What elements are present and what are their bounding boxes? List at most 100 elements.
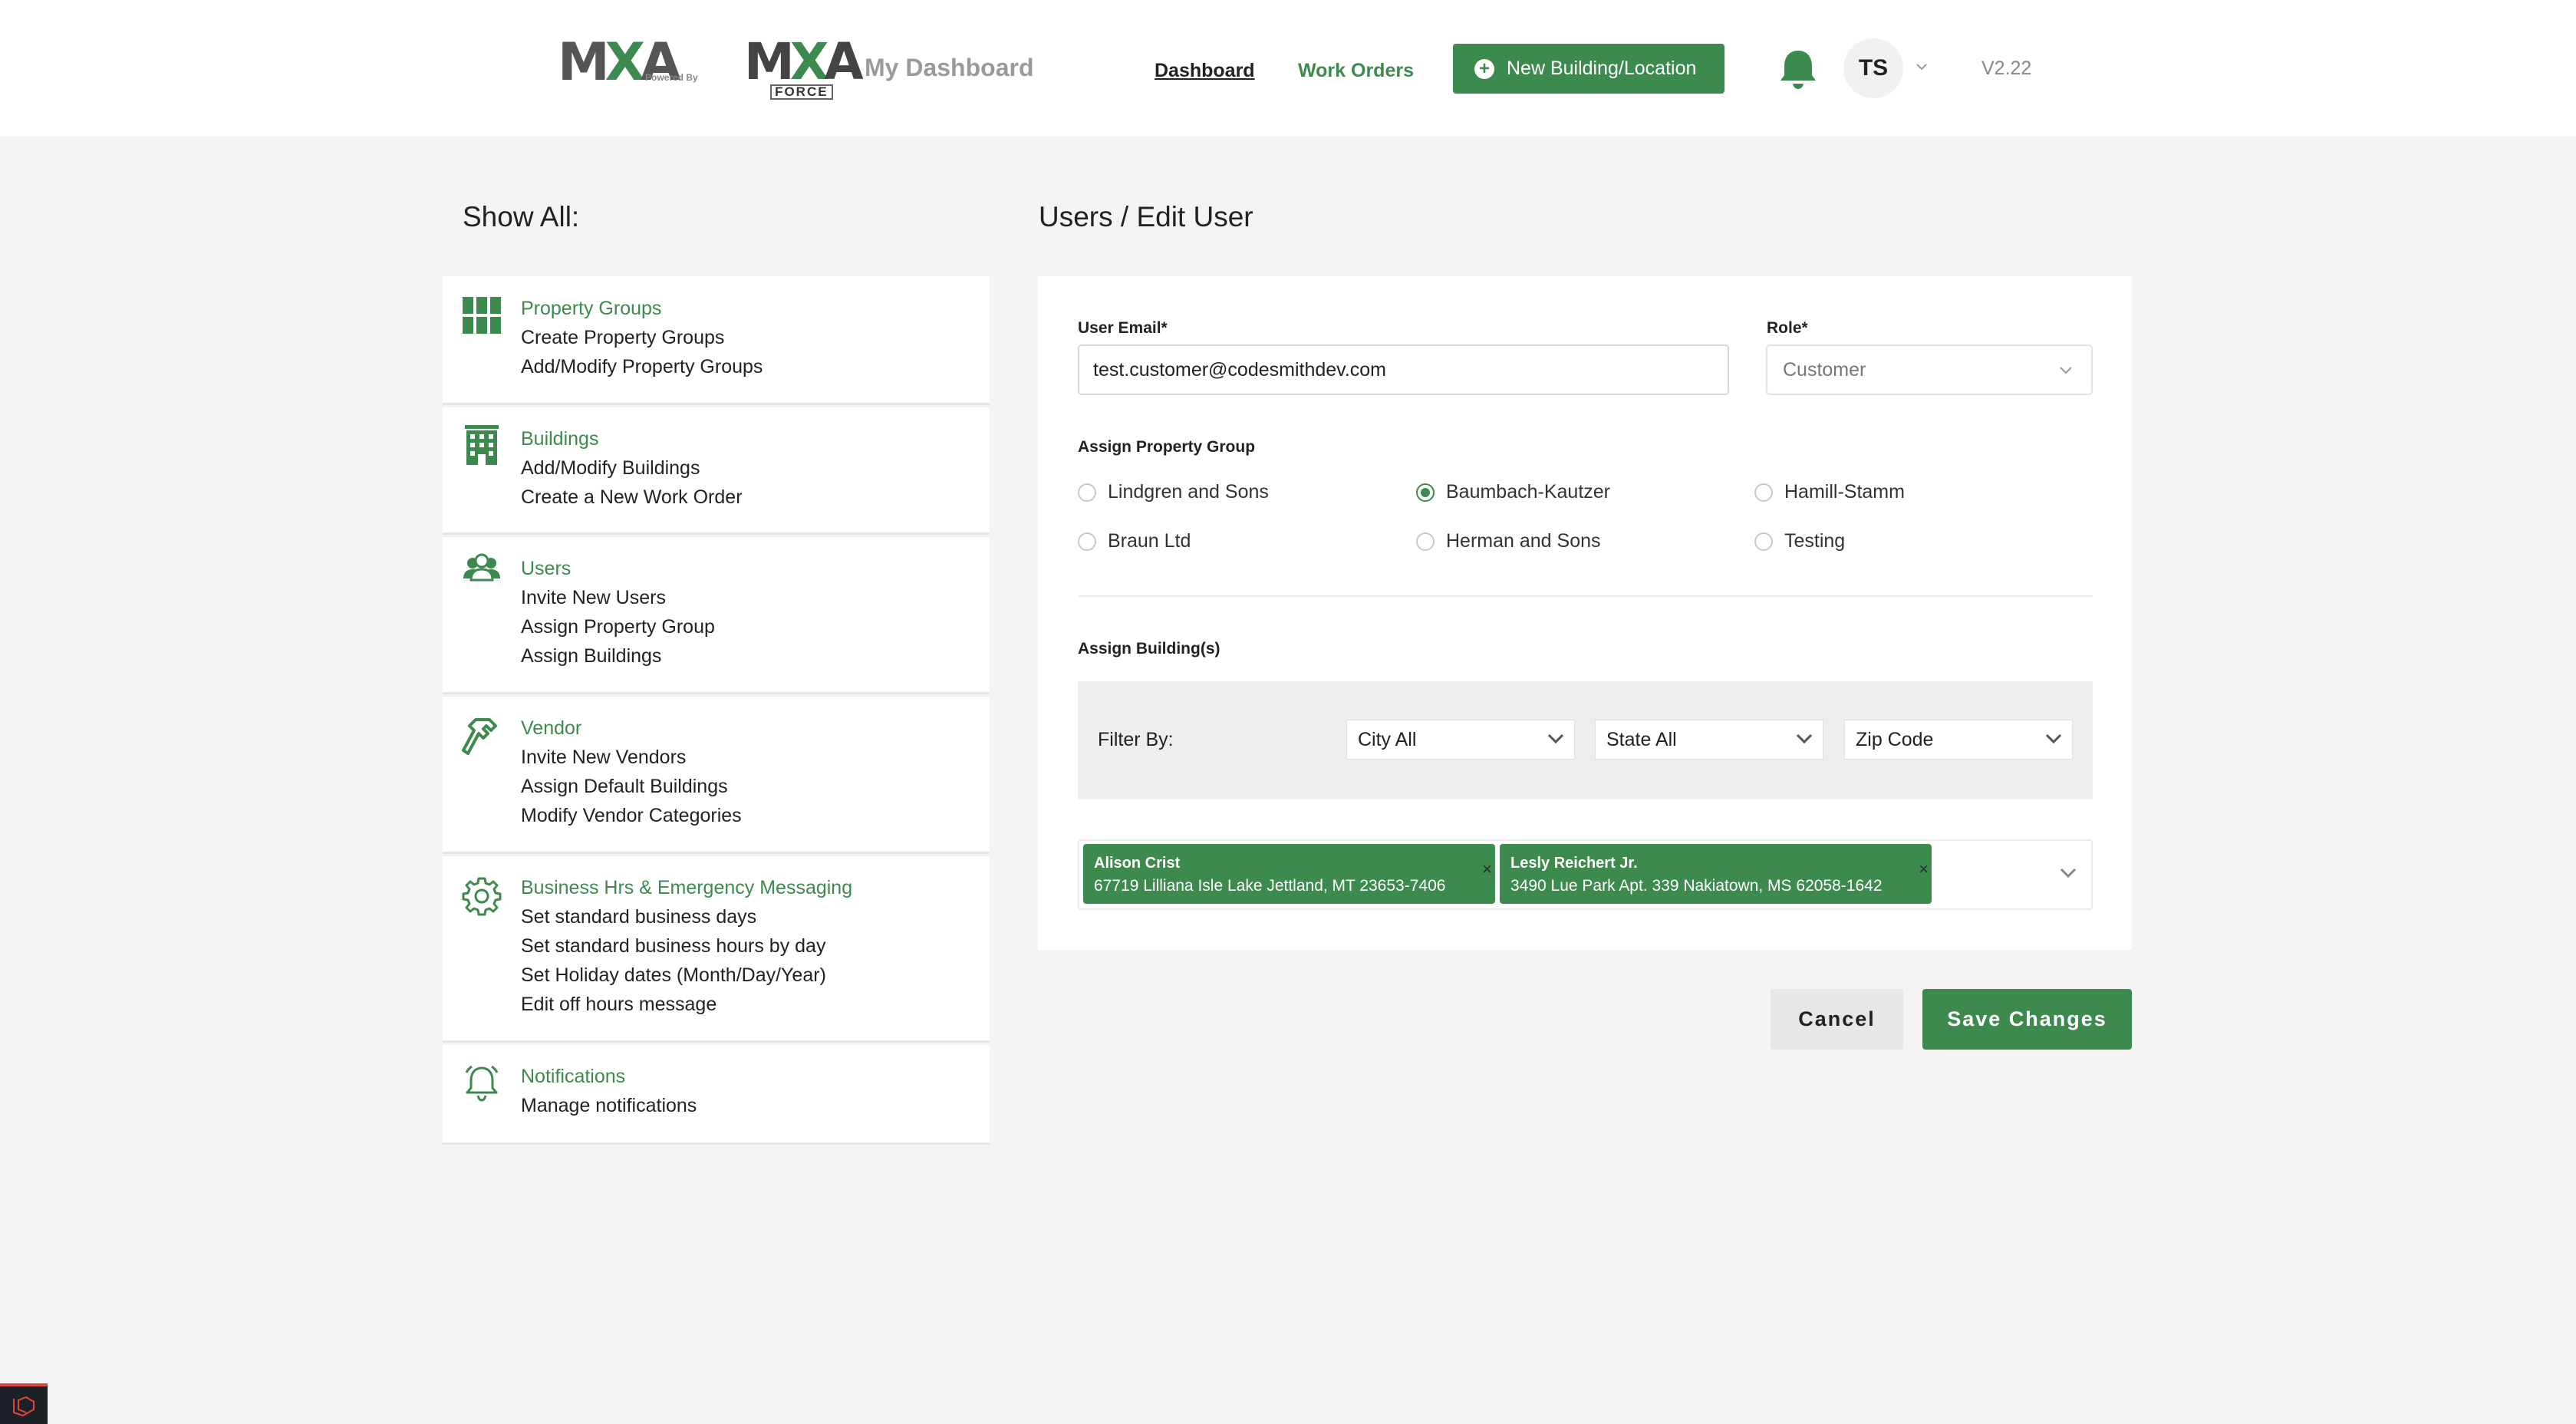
nav-dashboard[interactable]: Dashboard	[1155, 60, 1255, 82]
radio-label: Testing	[1784, 530, 1846, 552]
email-label: User Email*	[1078, 319, 1168, 337]
sidebar-title-vendor[interactable]: Vendor	[521, 717, 581, 740]
notification-bell-icon[interactable]	[1778, 48, 1818, 91]
sidebar-link-assign-buildings[interactable]: Assign Buildings	[521, 645, 661, 668]
radio-label: Braun Ltd	[1108, 530, 1191, 552]
city-filter-value: City All	[1358, 728, 1417, 750]
radio-label: Lindgren and Sons	[1108, 481, 1269, 503]
radio-label: Herman and Sons	[1446, 530, 1601, 552]
radio-circle	[1754, 483, 1773, 502]
chevron-down-icon	[1547, 733, 1564, 744]
radio-circle	[1078, 532, 1096, 551]
new-building-button[interactable]: + New Building/Location	[1453, 44, 1724, 94]
chip-name: Alison Crist	[1094, 855, 1181, 872]
radio-circle	[1078, 483, 1096, 502]
email-field[interactable]	[1078, 344, 1729, 395]
radio-lindgren-and-sons[interactable]: Lindgren and Sons	[1078, 481, 1269, 503]
state-filter-select[interactable]: State All	[1595, 720, 1823, 760]
user-avatar[interactable]: TS	[1843, 38, 1903, 98]
building-chip: Alison Crist 67719 Lilliana Isle Lake Je…	[1083, 844, 1495, 904]
sidebar-link-new-work-order[interactable]: Create a New Work Order	[521, 486, 743, 509]
sidebar-heading: Show All:	[463, 201, 580, 232]
sidebar-link-invite-users[interactable]: Invite New Users	[521, 587, 666, 609]
powered-by-text: Powered By	[645, 72, 698, 83]
sidebar-title-property-groups[interactable]: Property Groups	[521, 298, 661, 320]
new-building-label: New Building/Location	[1507, 58, 1697, 79]
logo-letter: A	[824, 32, 864, 91]
sidebar-link-holiday-dates[interactable]: Set Holiday dates (Month/Day/Year)	[521, 964, 826, 987]
sidebar-link-assign-default-buildings[interactable]: Assign Default Buildings	[521, 776, 728, 798]
role-select[interactable]: Customer	[1766, 344, 2093, 395]
debugbar-logo-icon	[13, 1396, 35, 1416]
radio-baumbach-kautzer[interactable]: Baumbach-Kautzer	[1416, 481, 1610, 503]
remove-chip-icon[interactable]: ×	[1482, 861, 1492, 878]
sidebar-link-invite-vendors[interactable]: Invite New Vendors	[521, 747, 686, 769]
debugbar-icon[interactable]	[0, 1383, 48, 1424]
force-text: FORCE	[770, 84, 833, 100]
logo-letter: X	[789, 32, 829, 91]
sidebar-link-off-hours-message[interactable]: Edit off hours message	[521, 994, 716, 1016]
hammer-icon	[462, 718, 497, 755]
buildings-label: Assign Building(s)	[1078, 640, 1220, 658]
role-label: Role*	[1767, 319, 1808, 337]
remove-chip-icon[interactable]: ×	[1919, 861, 1929, 878]
sidebar-link-modify-buildings[interactable]: Add/Modify Buildings	[521, 457, 700, 480]
chevron-down-icon	[2045, 733, 2062, 744]
radio-testing[interactable]: Testing	[1754, 530, 1845, 552]
building-icon	[465, 425, 499, 465]
sidebar-section-property-groups: Property Groups Create Property Groups A…	[443, 276, 990, 405]
sidebar-title-users[interactable]: Users	[521, 558, 571, 580]
bell-icon	[465, 1065, 499, 1102]
radio-herman-and-sons[interactable]: Herman and Sons	[1416, 530, 1601, 552]
zip-filter-value: Zip Code	[1856, 728, 1934, 750]
radio-hamill-stamm[interactable]: Hamill-Stamm	[1754, 481, 1905, 503]
chip-name: Lesly Reichert Jr.	[1510, 855, 1638, 872]
radio-braun-ltd[interactable]: Braun Ltd	[1078, 530, 1191, 552]
top-header: MXA Powered By MXA FORCE My Dashboard Da…	[0, 0, 2576, 137]
chip-address: 67719 Lilliana Isle Lake Jettland, MT 23…	[1094, 877, 1446, 895]
sidebar-link-vendor-categories[interactable]: Modify Vendor Categories	[521, 805, 742, 827]
logo-letter: M	[744, 32, 795, 91]
gear-icon	[462, 877, 502, 916]
mxa-logo[interactable]: MXA Powered By	[558, 37, 698, 89]
property-group-label: Assign Property Group	[1078, 438, 1256, 456]
sidebar-title-business-hours[interactable]: Business Hrs & Emergency Messaging	[521, 877, 852, 899]
cancel-button[interactable]: Cancel	[1771, 989, 1903, 1050]
sidebar-link-business-days[interactable]: Set standard business days	[521, 906, 756, 928]
city-filter-select[interactable]: City All	[1346, 720, 1575, 760]
sidebar-link-modify-property-groups[interactable]: Add/Modify Property Groups	[521, 356, 763, 378]
building-chip: Lesly Reichert Jr. 3490 Lue Park Apt. 33…	[1500, 844, 1932, 904]
sidebar-link-business-hours[interactable]: Set standard business hours by day	[521, 935, 825, 958]
sidebar-section-business-hours: Business Hrs & Emergency Messaging Set s…	[443, 856, 990, 1043]
sidebar-title-buildings[interactable]: Buildings	[521, 428, 598, 450]
chevron-down-icon[interactable]	[1915, 60, 1929, 74]
page-title: Users / Edit User	[1039, 201, 1253, 232]
role-value: Customer	[1783, 358, 1866, 381]
radio-label: Baumbach-Kautzer	[1446, 481, 1611, 503]
grid-icon	[463, 297, 501, 334]
save-button[interactable]: Save Changes	[1922, 989, 2132, 1050]
state-filter-value: State All	[1606, 728, 1677, 750]
logo-letter: M	[558, 32, 610, 93]
chevron-down-icon[interactable]	[2059, 867, 2077, 879]
sidebar-link-create-property-groups[interactable]: Create Property Groups	[521, 327, 724, 349]
chip-address: 3490 Lue Park Apt. 339 Nakiatown, MS 620…	[1510, 877, 1883, 895]
nav-work-orders[interactable]: Work Orders	[1298, 60, 1414, 82]
sidebar-section-buildings: Buildings Add/Modify Buildings Create a …	[443, 407, 990, 535]
plus-circle-icon: +	[1474, 58, 1494, 79]
zip-filter-select[interactable]: Zip Code	[1844, 720, 2073, 760]
sidebar-section-notifications: Notifications Manage notifications	[443, 1045, 990, 1145]
radio-circle	[1416, 532, 1435, 551]
sidebar-section-users: Users Invite New Users Assign Property G…	[443, 537, 990, 694]
sidebar-section-vendor: Vendor Invite New Vendors Assign Default…	[443, 697, 990, 854]
sidebar-title-notifications[interactable]: Notifications	[521, 1066, 625, 1088]
radio-label: Hamill-Stamm	[1784, 481, 1905, 503]
filter-label: Filter By:	[1098, 729, 1174, 750]
radio-circle-selected	[1416, 483, 1435, 502]
app-title: My Dashboard	[865, 54, 1034, 81]
sidebar-link-assign-property-group[interactable]: Assign Property Group	[521, 616, 715, 638]
logo-letter: X	[604, 32, 645, 93]
radio-circle	[1754, 532, 1773, 551]
chevron-down-icon	[2060, 367, 2072, 374]
sidebar-link-manage-notifications[interactable]: Manage notifications	[521, 1095, 697, 1117]
